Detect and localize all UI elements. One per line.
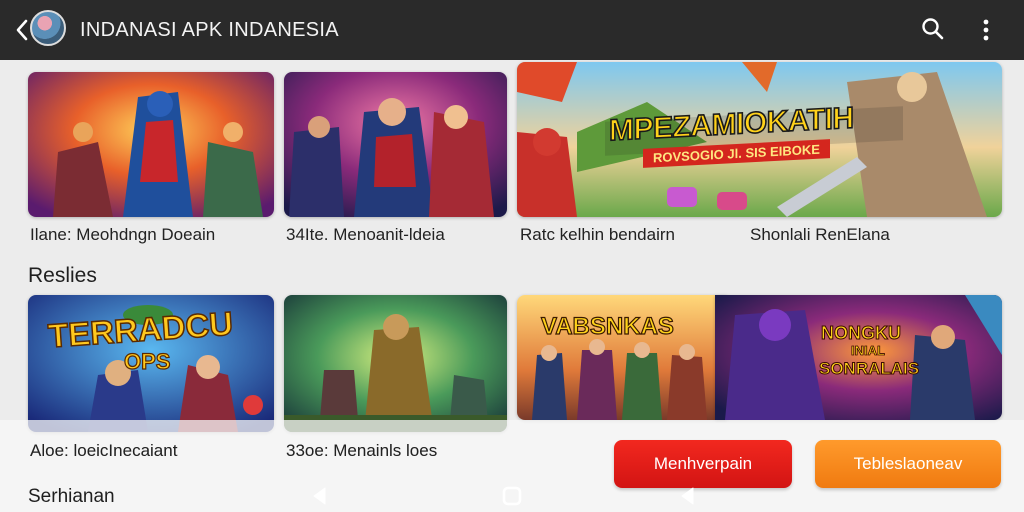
result-card-3-art-title: VABSNKAS: [540, 312, 674, 340]
featured-card-1-thumbnail[interactable]: [28, 72, 274, 217]
result-card-2-caption-overlay: 33oe: Menainls loes: [286, 441, 438, 460]
nav-back-icon[interactable]: [308, 484, 332, 508]
featured-card-3-caption: Ratc kelhin bendairn: [520, 225, 675, 244]
result-card-4-art-line-3: SONRALAIS: [818, 359, 920, 379]
featured-banner[interactable]: MPEZAMIOKATIH ROVSOGIO Jl. SIS EIBOKE: [517, 62, 1002, 217]
featured-card-4-caption: Shonlali RenElana: [750, 225, 890, 244]
primary-action-button[interactable]: Menhverpain: [614, 440, 792, 488]
result-card-4-art-title: NONGKU: [821, 323, 902, 344]
nav-home-icon[interactable]: [500, 484, 524, 508]
app-avatar[interactable]: [30, 10, 66, 46]
featured-card-2-thumbnail[interactable]: [284, 72, 507, 217]
secondary-action-button[interactable]: Tebleslaoneav: [815, 440, 1001, 488]
app-bar: INDANASI APK INDANESIA: [0, 0, 1024, 60]
search-icon[interactable]: [920, 16, 946, 42]
result-card-2-thumbnail[interactable]: [284, 295, 507, 432]
result-card-3-thumbnail[interactable]: VABSNKAS: [517, 295, 727, 420]
nav-recents-icon[interactable]: [676, 484, 700, 508]
featured-card-1-caption: Ilane: Meohdngn Doeain: [30, 225, 216, 244]
footer-label: Serhianan: [28, 486, 115, 507]
section-heading: Reslies: [28, 264, 97, 287]
result-card-1-caption-overlay: Aloe: loeicInecaiant: [30, 441, 178, 460]
result-card-1-thumbnail[interactable]: TERRADCU OPS: [28, 295, 274, 432]
result-card-1-art-subtitle: OPS: [123, 348, 171, 374]
result-card-4-thumbnail[interactable]: NONGKU INIAL SONRALAIS: [715, 295, 1002, 420]
app-title: INDANASI APK INDANESIA: [80, 19, 339, 41]
more-vertical-icon[interactable]: [972, 16, 1000, 44]
result-card-4-art-line-2: INIAL: [851, 343, 886, 359]
featured-card-2-caption: 34Ite. Menoanit-ldeia: [286, 225, 445, 244]
